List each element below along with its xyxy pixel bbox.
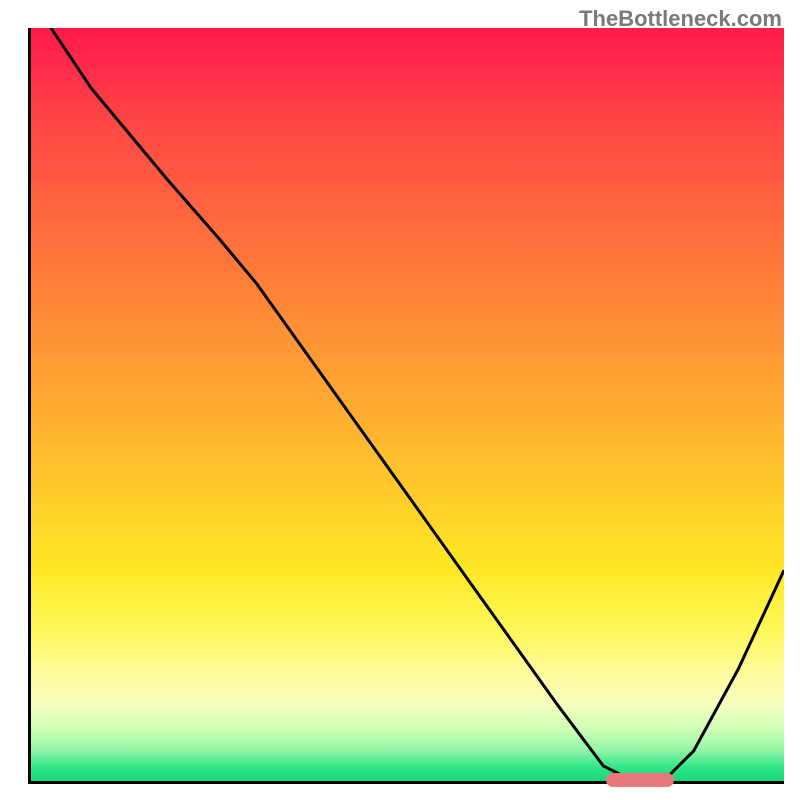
- watermark-text: TheBottleneck.com: [579, 6, 782, 32]
- optimal-range-marker: [606, 773, 674, 787]
- chart-plot-area: [28, 28, 784, 784]
- bottleneck-curve: [31, 28, 784, 781]
